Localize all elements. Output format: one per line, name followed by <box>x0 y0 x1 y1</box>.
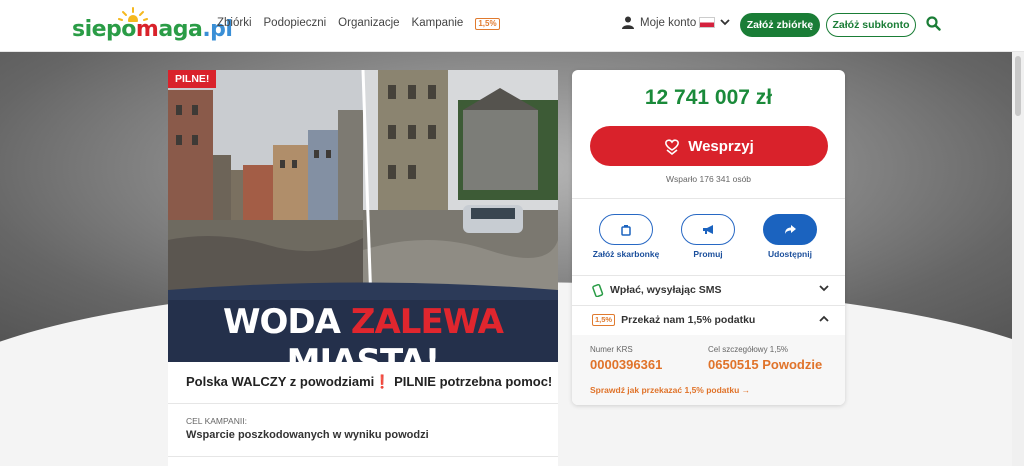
language-selector[interactable] <box>699 17 730 28</box>
campaign-goal-value: Wsparcie poszkodowanych w wyniku powodzi <box>186 429 429 441</box>
tax-howto-link[interactable]: Sprawdź jak przekazać 1,5% podatku → <box>590 385 750 395</box>
main-nav: Zbiórki Podopieczni Organizacje Kampanie… <box>217 17 512 30</box>
divider <box>168 403 558 404</box>
promote-action[interactable]: Promuj <box>668 214 748 259</box>
search-icon <box>926 16 941 31</box>
my-account-link[interactable]: Moje konto <box>622 16 696 29</box>
support-button-label: Wesprzyj <box>688 137 754 155</box>
nav-tax-badge[interactable]: 1,5% <box>475 18 500 30</box>
create-piggybank-button[interactable] <box>599 214 653 245</box>
sms-donation-row[interactable]: Wpłać, wysyłając SMS <box>572 275 845 305</box>
nav-item-zbiorki[interactable]: Zbiórki <box>217 17 252 30</box>
chevron-down-icon <box>720 19 730 26</box>
campaign-goal-label: CEL KAMPANII: <box>186 416 247 426</box>
campaign-photo[interactable]: PILNE! WODA ZALEWA MIASTA! <box>168 70 558 362</box>
promote-label: Promuj <box>693 249 723 259</box>
support-button[interactable]: Wesprzyj <box>590 126 828 166</box>
logo-text: siepomaga.pl <box>72 17 233 42</box>
create-piggybank-action[interactable]: Załóż skarbonkę <box>586 214 666 259</box>
photo-headline: WODA ZALEWA MIASTA! <box>223 302 504 362</box>
urgent-badge: PILNE! <box>168 70 217 88</box>
tax-donation-row[interactable]: 1,5% Przekaż nam 1,5% podatku <box>572 305 845 335</box>
siepomaga-logo[interactable]: siepomaga.pl <box>72 7 233 42</box>
krs-value: 0000396361 <box>590 357 663 372</box>
tax-donation-label: Przekaż nam 1,5% podatku <box>621 314 756 326</box>
goal-code-value: 0650515 Powodzie <box>708 357 823 372</box>
tax-badge: 1,5% <box>592 314 616 326</box>
campaign-card: PILNE! WODA ZALEWA MIASTA! Polska WALCZY… <box>168 70 558 466</box>
collected-amount: 12 741 007 zł <box>644 86 773 109</box>
page-scrollbar[interactable] <box>1012 52 1024 466</box>
share-action[interactable]: Udostępnij <box>750 214 830 259</box>
sms-donation-label: Wpłać, wysyłając SMS <box>610 284 722 296</box>
nav-item-podopieczni[interactable]: Podopieczni <box>264 17 327 30</box>
divider <box>572 198 845 199</box>
scrollbar-thumb[interactable] <box>1015 56 1021 116</box>
tax-details: Numer KRS 0000396361 Cel szczegółowy 1,5… <box>572 335 845 405</box>
user-icon <box>622 16 634 29</box>
nav-item-kampanie[interactable]: Kampanie <box>412 17 464 30</box>
polish-flag-icon <box>699 17 715 28</box>
phone-icon <box>592 283 604 297</box>
campaign-title: Polska WALCZY z powodziami❗ PILNIE potrz… <box>186 374 553 389</box>
create-piggybank-label: Załóż skarbonkę <box>592 249 660 259</box>
supporters-count: Wsparło 176 341 osób <box>665 174 752 184</box>
search-button[interactable] <box>926 16 941 36</box>
krs-label: Numer KRS <box>590 345 633 354</box>
nav-item-organizacje[interactable]: Organizacje <box>338 17 399 30</box>
account-label: Moje konto <box>640 16 697 29</box>
heart-hand-icon <box>665 138 680 155</box>
chevron-down-icon <box>819 285 829 292</box>
share-label: Udostępnij <box>768 249 812 259</box>
create-fundraiser-button[interactable]: Załóż zbiórkę <box>740 13 820 37</box>
logo-sun-icon <box>118 7 148 22</box>
top-header: siepomaga.pl Zbiórki Podopieczni Organiz… <box>0 0 1024 52</box>
goal-code-label: Cel szczegółowy 1,5% <box>708 345 789 354</box>
chevron-up-icon <box>819 315 829 322</box>
share-icon <box>784 225 796 234</box>
create-subaccount-button[interactable]: Załóż subkonto <box>826 13 916 37</box>
share-button[interactable] <box>763 214 817 245</box>
promote-button[interactable] <box>681 214 735 245</box>
piggy-bank-icon <box>621 224 631 236</box>
donation-panel: 12 741 007 zł Wesprzyj Wsparło 176 341 o… <box>572 70 845 405</box>
divider <box>168 456 558 457</box>
megaphone-icon <box>702 225 713 234</box>
